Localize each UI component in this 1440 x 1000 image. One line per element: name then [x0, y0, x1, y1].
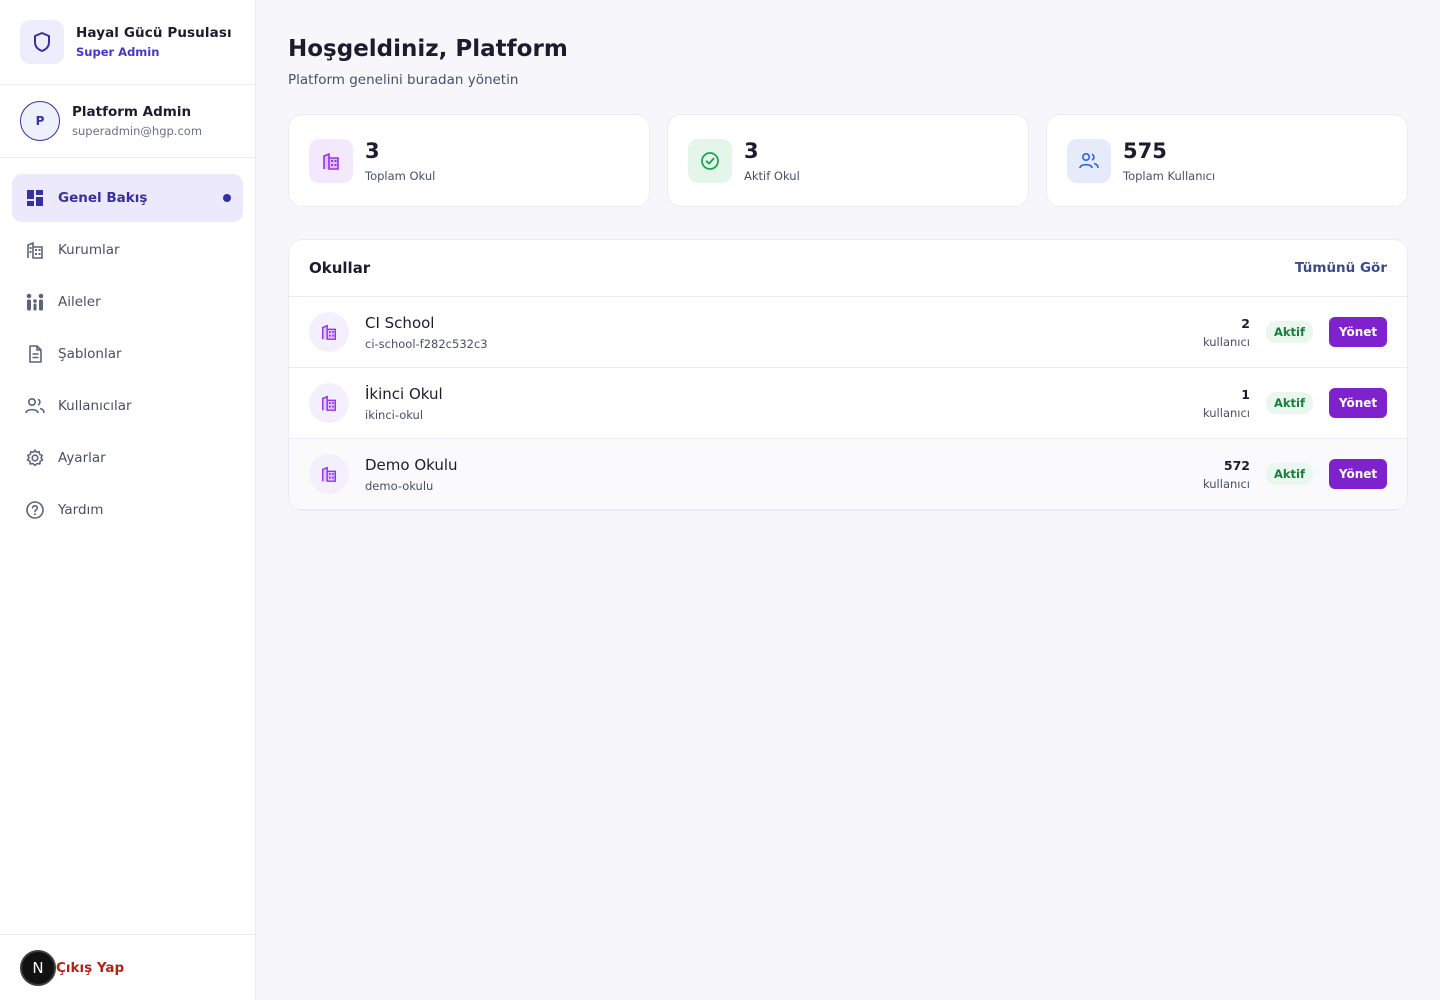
logout-button[interactable]: Çıkış Yap: [56, 960, 124, 976]
sidebar-item-yardim[interactable]: Yardım: [12, 486, 243, 534]
stat-label: Aktif Okul: [744, 168, 800, 183]
school-slug: demo-okulu: [365, 478, 434, 493]
stat-label: Toplam Kullanıcı: [1123, 168, 1216, 183]
school-name: İkinci Okul: [365, 384, 443, 403]
sidebar-item-label: Kullanıcılar: [58, 398, 132, 414]
active-dot: [223, 194, 231, 202]
brand: Hayal Gücü Pusulası Super Admin: [0, 0, 255, 85]
school-slug: ikinci-okul: [365, 407, 424, 422]
user-profile: P Platform Admin superadmin@hgp.com: [0, 85, 255, 158]
user-count-label: kullanıcı: [1202, 476, 1250, 491]
manage-button[interactable]: Yönet: [1329, 459, 1387, 489]
stat-label: Toplam Okul: [365, 168, 436, 183]
schools-title: Okullar: [309, 259, 371, 277]
next-badge[interactable]: N: [20, 949, 56, 986]
sidebar-item-ayarlar[interactable]: Ayarlar: [12, 434, 243, 482]
schools-header: Okullar Tümünü Gör: [289, 240, 1407, 297]
manage-button[interactable]: Yönet: [1329, 388, 1387, 418]
building-icon: [24, 239, 46, 261]
user-count: 572: [1223, 457, 1250, 473]
sidebar-item-sablonlar[interactable]: Şablonlar: [12, 330, 243, 378]
shield-icon: [20, 20, 64, 64]
see-all-link[interactable]: Tümünü Gör: [1295, 260, 1387, 276]
page-title: Hoşgeldiniz, Platform: [288, 36, 568, 62]
sidebar-nav: Genel Bakış Kurumlar Aileler Şablonlar K…: [0, 158, 255, 554]
gear-icon: [24, 447, 46, 469]
school-name: Demo Okulu: [365, 455, 458, 474]
sidebar-item-label: Ayarlar: [58, 450, 106, 466]
school-slug: ci-school-f282c532c3: [365, 336, 488, 351]
avatar: P: [20, 101, 60, 141]
stats-row: 3 Toplam Okul 3 Aktif Okul 575 Toplam Ku…: [288, 114, 1408, 207]
sidebar-item-label: Aileler: [58, 294, 101, 310]
main-content: Hoşgeldiniz, Platform Platform genelini …: [288, 0, 1408, 511]
brand-role: Super Admin: [76, 45, 160, 59]
sidebar-footer: N Çıkış Yap: [0, 934, 256, 1000]
family-icon: [24, 291, 46, 313]
manage-button[interactable]: Yönet: [1329, 317, 1387, 347]
building-icon: [309, 312, 349, 352]
dashboard-icon: [24, 187, 46, 209]
users-icon: [1067, 138, 1111, 183]
stat-card-active-schools: 3 Aktif Okul: [667, 114, 1029, 207]
status-badge: Aktif: [1266, 463, 1313, 485]
building-icon: [309, 383, 349, 423]
building-icon: [309, 138, 353, 183]
schools-panel: Okullar Tümünü Gör CI School ci-school-f…: [288, 239, 1408, 511]
school-row[interactable]: Demo Okulu demo-okulu 572 kullanıcı Akti…: [289, 439, 1407, 510]
school-name: CI School: [365, 313, 435, 332]
sidebar-item-genel-bakis[interactable]: Genel Bakış: [12, 174, 243, 222]
profile-email: superadmin@hgp.com: [72, 124, 203, 138]
document-icon: [24, 343, 46, 365]
sidebar-item-kullanicilar[interactable]: Kullanıcılar: [12, 382, 243, 430]
page-subtitle: Platform genelini buradan yönetin: [288, 72, 519, 88]
sidebar-item-label: Yardım: [58, 502, 104, 518]
status-badge: Aktif: [1266, 321, 1313, 343]
profile-name: Platform Admin: [72, 104, 192, 120]
users-icon: [24, 395, 46, 417]
user-count-label: kullanıcı: [1202, 334, 1250, 349]
stat-value: 575: [1123, 138, 1167, 163]
check-circle-icon: [688, 138, 732, 183]
school-row[interactable]: İkinci Okul ikinci-okul 1 kullanıcı Akti…: [289, 368, 1407, 439]
stat-value: 3: [365, 138, 380, 163]
school-row[interactable]: CI School ci-school-f282c532c3 2 kullanı…: [289, 297, 1407, 368]
sidebar-item-label: Kurumlar: [58, 242, 120, 258]
brand-title: Hayal Gücü Pusulası: [76, 25, 232, 41]
user-count: 1: [1241, 386, 1250, 402]
help-icon: [24, 499, 46, 521]
user-count-label: kullanıcı: [1202, 405, 1250, 420]
status-badge: Aktif: [1266, 392, 1313, 414]
sidebar: Hayal Gücü Pusulası Super Admin P Platfo…: [0, 0, 256, 1000]
stat-value: 3: [744, 138, 759, 163]
stat-card-total-users: 575 Toplam Kullanıcı: [1046, 114, 1408, 207]
sidebar-item-aileler[interactable]: Aileler: [12, 278, 243, 326]
user-count: 2: [1241, 315, 1250, 331]
sidebar-item-kurumlar[interactable]: Kurumlar: [12, 226, 243, 274]
sidebar-item-label: Şablonlar: [58, 346, 122, 362]
building-icon: [309, 454, 349, 494]
sidebar-item-label: Genel Bakış: [58, 190, 148, 206]
stat-card-total-schools: 3 Toplam Okul: [288, 114, 650, 207]
